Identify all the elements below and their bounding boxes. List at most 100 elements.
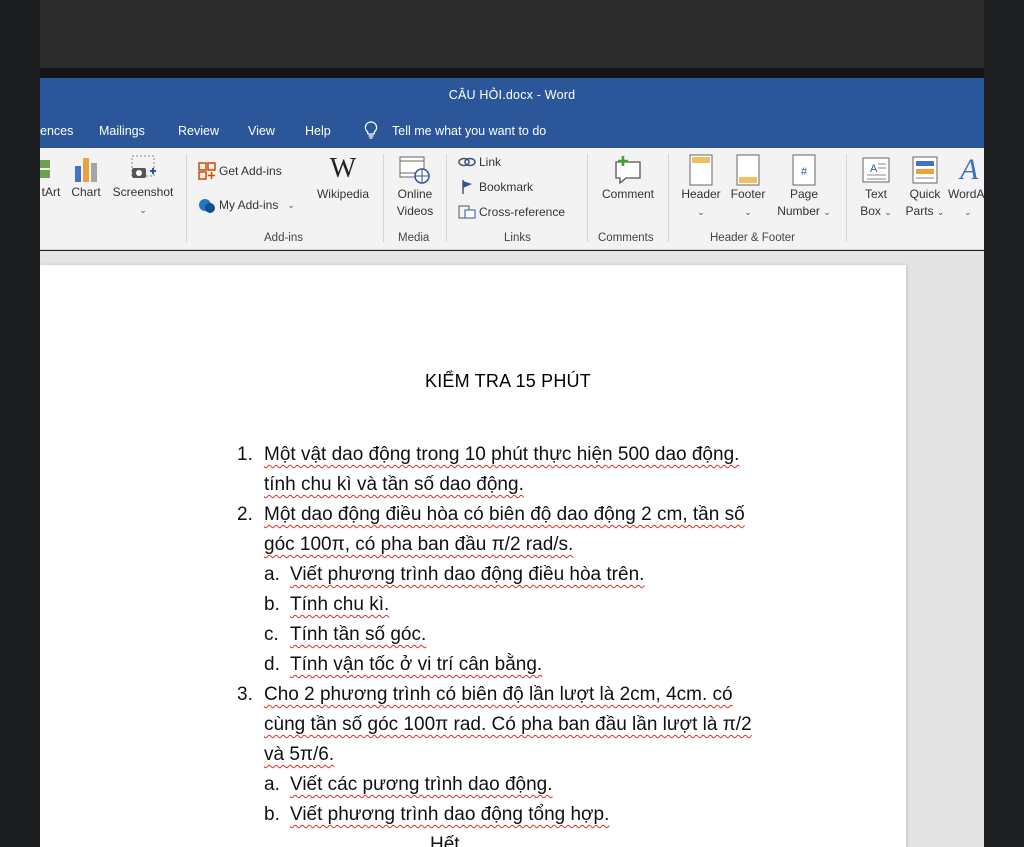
bookmark-button[interactable]: Bookmark — [458, 179, 533, 195]
document-line: góc 100π, có pha ban đầu π/2 rad/s. — [264, 534, 574, 555]
addins-puzzle-icon — [199, 199, 215, 213]
tab-references[interactable]: ences — [40, 124, 73, 138]
comment-icon — [615, 156, 641, 185]
document-line: Viết phương trình dao động điều hòa trên… — [290, 564, 645, 585]
document-line: Tính chu kì. — [290, 594, 390, 615]
bar-chart-icon — [75, 158, 97, 182]
wikipedia-label: Wikipedia — [316, 187, 370, 201]
chevron-down-icon: ⌄ — [744, 207, 752, 217]
lightbulb-icon[interactable] — [362, 120, 380, 140]
get-addins-button[interactable]: Get Add-ins — [198, 162, 282, 180]
document-line: Viết phương trình dao động tổng hợp. — [290, 804, 610, 825]
group-separator — [383, 154, 384, 242]
store-icon — [198, 162, 216, 180]
list-marker: a. — [264, 564, 280, 585]
group-separator — [846, 154, 847, 242]
screenshot-button[interactable]: Screenshot ⌄ — [110, 154, 176, 219]
wikipedia-button[interactable]: W Wikipedia — [312, 154, 374, 203]
window-title: CÂU HỎI.docx - Word — [448, 88, 576, 102]
comment-button[interactable]: Comment — [594, 154, 662, 203]
smartart-label: tArt — [41, 185, 61, 199]
group-label-links: Links — [504, 232, 531, 244]
document-title: KIỂM TRA 15 PHÚT — [425, 371, 591, 391]
link-label: Link — [479, 155, 502, 169]
footer-icon — [736, 154, 760, 186]
left-bezel — [0, 0, 40, 847]
quick-parts-label-2: Parts — [905, 204, 934, 218]
cross-reference-label: Cross-reference — [479, 205, 566, 219]
list-marker: 1. — [237, 444, 253, 465]
online-videos-label-2: Videos — [396, 204, 434, 218]
chevron-down-icon: ⌄ — [936, 207, 945, 217]
smartart-button[interactable]: tArt — [40, 154, 62, 201]
list-marker: b. — [264, 804, 280, 825]
tab-review[interactable]: Review — [178, 124, 219, 138]
my-addins-button[interactable]: My Add-ins ⌄ — [198, 196, 295, 214]
document-page[interactable]: KIỂM TRA 15 PHÚT 1. Một vật dao động tro… — [40, 265, 906, 847]
chart-button[interactable]: Chart — [68, 154, 104, 201]
list-marker: a. — [264, 774, 280, 795]
svg-text:#: # — [801, 166, 808, 178]
header-label: Header — [681, 187, 721, 201]
camera-icon — [131, 155, 156, 178]
title-bar: CÂU HỎI.docx - Word — [40, 78, 984, 114]
chart-label: Chart — [71, 185, 101, 199]
ribbon-tabs: ences Mailings Review View Help Tell me … — [40, 114, 984, 148]
tell-me-search[interactable]: Tell me what you want to do — [392, 124, 546, 138]
list-marker: d. — [264, 654, 280, 675]
online-videos-button[interactable]: Online Videos — [390, 154, 440, 220]
document-line: Một dao động điều hòa có biên độ dao độn… — [264, 504, 745, 525]
page-number-button[interactable]: # Page Number ⌄ — [772, 154, 836, 221]
right-bezel — [984, 0, 1024, 847]
document-line: tính chu kì và tần số dao động. — [264, 474, 524, 495]
document-line: Tính vận tốc ở vi trí cân bằng. — [290, 654, 543, 675]
chevron-down-icon: ⌄ — [964, 207, 972, 217]
group-separator — [446, 154, 447, 242]
link-icon — [458, 157, 476, 167]
text-box-label-2: Box — [860, 204, 881, 218]
tab-view[interactable]: View — [248, 124, 275, 138]
text-box-label-1: Text — [864, 187, 887, 201]
chevron-down-icon: ⌄ — [697, 207, 705, 217]
wordart-button[interactable]: A WordA ⌄ — [948, 154, 984, 221]
document-end-text: Hết. — [430, 834, 465, 847]
group-separator — [587, 154, 588, 242]
chevron-down-icon: ⌄ — [139, 205, 147, 215]
link-button[interactable]: Link — [458, 154, 501, 170]
page-number-icon: # — [792, 154, 816, 186]
group-label-media: Media — [398, 232, 430, 244]
footer-button[interactable]: Footer ⌄ — [726, 154, 770, 221]
comment-label: Comment — [601, 187, 654, 201]
document-line: Tính tần số góc. — [290, 624, 427, 645]
document-line: Viết các pương trình dao động. — [290, 774, 553, 795]
document-line: Một vật dao động trong 10 phút thực hiện… — [264, 444, 740, 465]
group-label-header-footer: Header & Footer — [710, 232, 796, 244]
document-line: cùng tần số góc 100π rad. Có pha ban đầu… — [264, 714, 752, 735]
document-canvas: KIỂM TRA 15 PHÚT 1. Một vật dao động tro… — [40, 251, 984, 847]
cross-reference-button[interactable]: Cross-reference — [458, 204, 565, 220]
tab-help[interactable]: Help — [305, 124, 331, 138]
top-dark-area — [40, 0, 984, 68]
online-video-icon — [399, 156, 430, 184]
quick-parts-icon — [912, 156, 938, 184]
wordart-icon: A — [960, 154, 979, 186]
tab-mailings[interactable]: Mailings — [99, 124, 145, 138]
document-line: và 5π/6. — [264, 744, 335, 765]
group-label-addins: Add-ins — [264, 232, 303, 244]
bookmark-label: Bookmark — [479, 180, 534, 194]
footer-label: Footer — [730, 187, 766, 201]
cross-reference-icon — [458, 205, 476, 219]
text-box-button[interactable]: A Text Box ⌄ — [854, 154, 898, 221]
wikipedia-icon: W — [329, 153, 357, 184]
group-separator — [668, 154, 669, 242]
quick-parts-button[interactable]: Quick Parts ⌄ — [902, 154, 948, 221]
wordart-label: WordA — [948, 187, 984, 201]
group-label-comments: Comments — [598, 232, 654, 244]
chevron-down-icon: ⌄ — [884, 207, 892, 217]
online-videos-label-1: Online — [397, 187, 433, 201]
get-addins-label: Get Add-ins — [219, 164, 282, 178]
chevron-down-icon: ⌄ — [287, 199, 295, 210]
header-button[interactable]: Header ⌄ — [678, 154, 724, 221]
ribbon-insert: tArt Chart Screenshot ⌄ Get Add-ins My A… — [40, 148, 984, 250]
my-addins-label: My Add-ins — [219, 198, 279, 212]
